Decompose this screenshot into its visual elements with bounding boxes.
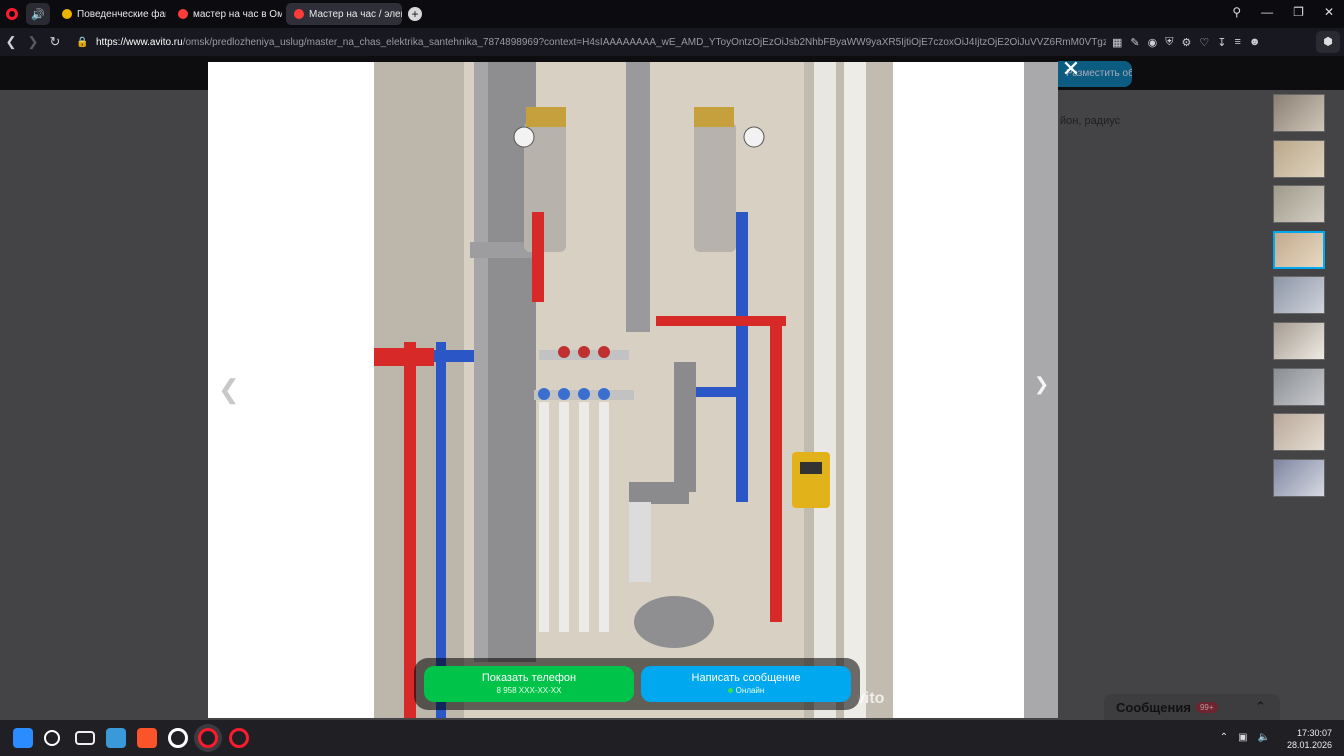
restore-icon[interactable]: ❐ — [1293, 5, 1304, 19]
messages-widget[interactable]: Сообщения 99+ ⌃ — [1104, 694, 1280, 720]
messages-badge: 99+ — [1195, 701, 1218, 713]
edit-icon[interactable]: ✎ — [1130, 36, 1139, 49]
windows-taskbar: ⌃ ▣ 🔈 17:30:07 28.01.2026 — [0, 720, 1344, 756]
chevron-left-icon[interactable]: ❮ — [218, 374, 240, 405]
tab-favicon — [62, 9, 72, 19]
online-dot — [727, 688, 733, 694]
lock-icon[interactable]: 🔒 — [76, 37, 90, 48]
opera-icon[interactable] — [168, 728, 188, 748]
thumbnail[interactable] — [1273, 94, 1325, 132]
opera-active-icon[interactable] — [198, 728, 218, 748]
address-tools: ▦ ✎ ◉ ⛨ ⚙ ♡ ↧ ≡ ☻ — [1112, 36, 1260, 49]
url-field[interactable]: https://www.avito.ru/omsk/predlozheniya_… — [96, 37, 1106, 48]
write-message-button[interactable]: Написать сообщение Онлайн — [641, 666, 851, 702]
thumbnail-selected[interactable] — [1273, 230, 1325, 269]
address-bar-row: ❮ ❯ ↻ 🔒 https://www.avito.ru/omsk/predlo… — [0, 28, 1344, 56]
tab-favicon — [294, 9, 304, 19]
tab-behavior-factors[interactable]: Поведенческие факторы — [54, 3, 166, 25]
opera-menu-icon[interactable] — [0, 0, 24, 28]
contact-bar: Показать телефон 8 958 XXX-XX-XX Написат… — [414, 658, 860, 710]
browser-tab-strip: 🔊 Поведенческие факторы мастер на час в … — [0, 0, 1344, 28]
chevron-up-icon[interactable]: ⌃ — [1220, 732, 1228, 743]
reader-icon[interactable]: ▦ — [1112, 36, 1122, 49]
windows-start-icon[interactable] — [13, 728, 33, 748]
download-icon[interactable]: ↧ — [1217, 36, 1226, 49]
volume-icon[interactable]: 🔈 — [1258, 732, 1270, 743]
thumbnail[interactable] — [1273, 139, 1325, 178]
chevron-right-icon[interactable]: ❯ — [1034, 374, 1049, 395]
brave-browser-icon[interactable] — [137, 728, 157, 748]
avito-watermark: vito — [856, 690, 885, 707]
tab-label: мастер на час в Омске - — [193, 8, 282, 20]
phone-number: 8 958 XXX-XX-XX — [496, 686, 562, 695]
thumbnail-strip — [1273, 94, 1327, 504]
extensions-icon[interactable]: ⬢ — [1316, 31, 1340, 53]
tab-label: Поведенческие факторы — [77, 8, 166, 20]
window-controls: ⚲ — ❐ ✕ — [1232, 5, 1334, 19]
tab-favicon — [178, 9, 188, 19]
menu-icon[interactable]: ≡ — [1234, 36, 1240, 49]
tab-master-omsk[interactable]: мастер на час в Омске - — [170, 3, 282, 25]
thumbnail[interactable] — [1273, 185, 1325, 224]
tab-label: Мастер на час / электри — [309, 8, 402, 20]
system-tray: ⌃ ▣ 🔈 — [1220, 732, 1270, 743]
heart-icon[interactable]: ♡ — [1199, 36, 1209, 49]
speaker-icon[interactable]: 🔊 — [26, 3, 50, 25]
back-icon[interactable]: ❮ — [0, 34, 22, 50]
write-message-label: Написать сообщение — [691, 672, 801, 684]
opera-gx-icon[interactable] — [229, 728, 249, 748]
forward-icon[interactable]: ❯ — [22, 34, 44, 50]
chevron-up-icon[interactable]: ⌃ — [1255, 699, 1266, 715]
minimize-icon[interactable]: — — [1261, 5, 1273, 19]
url-path: /omsk/predlozheniya_uslug/master_na_chas… — [182, 36, 1106, 48]
clock[interactable]: 17:30:07 28.01.2026 — [1287, 727, 1332, 751]
thumbnail[interactable] — [1273, 458, 1325, 497]
shield-icon[interactable]: ⛨ — [1165, 36, 1173, 49]
reload-icon[interactable]: ↻ — [44, 34, 66, 50]
search-icon[interactable] — [44, 730, 60, 746]
thumbnail[interactable] — [1273, 367, 1325, 406]
desktop-app-icon[interactable] — [106, 728, 126, 748]
network-icon[interactable]: ▣ — [1238, 732, 1247, 743]
search-icon[interactable]: ⚲ — [1232, 5, 1241, 19]
url-host: https://www.avito.ru — [96, 36, 183, 48]
vpn-icon[interactable]: ⚙ — [1181, 36, 1191, 49]
online-label: Онлайн — [735, 686, 765, 695]
tab-master-active[interactable]: Мастер на час / электри — [286, 3, 402, 25]
close-window-icon[interactable]: ✕ — [1324, 5, 1334, 19]
plumbing-photo — [374, 62, 893, 718]
clock-date: 28.01.2026 — [1286, 740, 1332, 750]
thumbnail[interactable] — [1273, 276, 1325, 315]
clock-time: 17:30:07 — [1296, 728, 1332, 738]
profile-icon[interactable]: ☻ — [1249, 36, 1261, 49]
close-icon[interactable]: ✕ — [1060, 58, 1082, 80]
show-phone-label: Показать телефон — [481, 672, 577, 684]
thumbnail[interactable] — [1273, 321, 1325, 360]
show-phone-button[interactable]: Показать телефон 8 958 XXX-XX-XX — [424, 666, 634, 702]
thumbnail[interactable] — [1273, 413, 1325, 452]
task-view-icon[interactable] — [75, 731, 95, 745]
gallery-photo[interactable] — [374, 62, 893, 718]
online-status: Онлайн — [641, 686, 851, 695]
camera-icon[interactable]: ◉ — [1148, 36, 1158, 49]
messages-label: Сообщения — [1116, 699, 1191, 715]
new-tab-button[interactable]: + — [408, 7, 422, 21]
background-text: йон, радиус — [1060, 115, 1121, 127]
